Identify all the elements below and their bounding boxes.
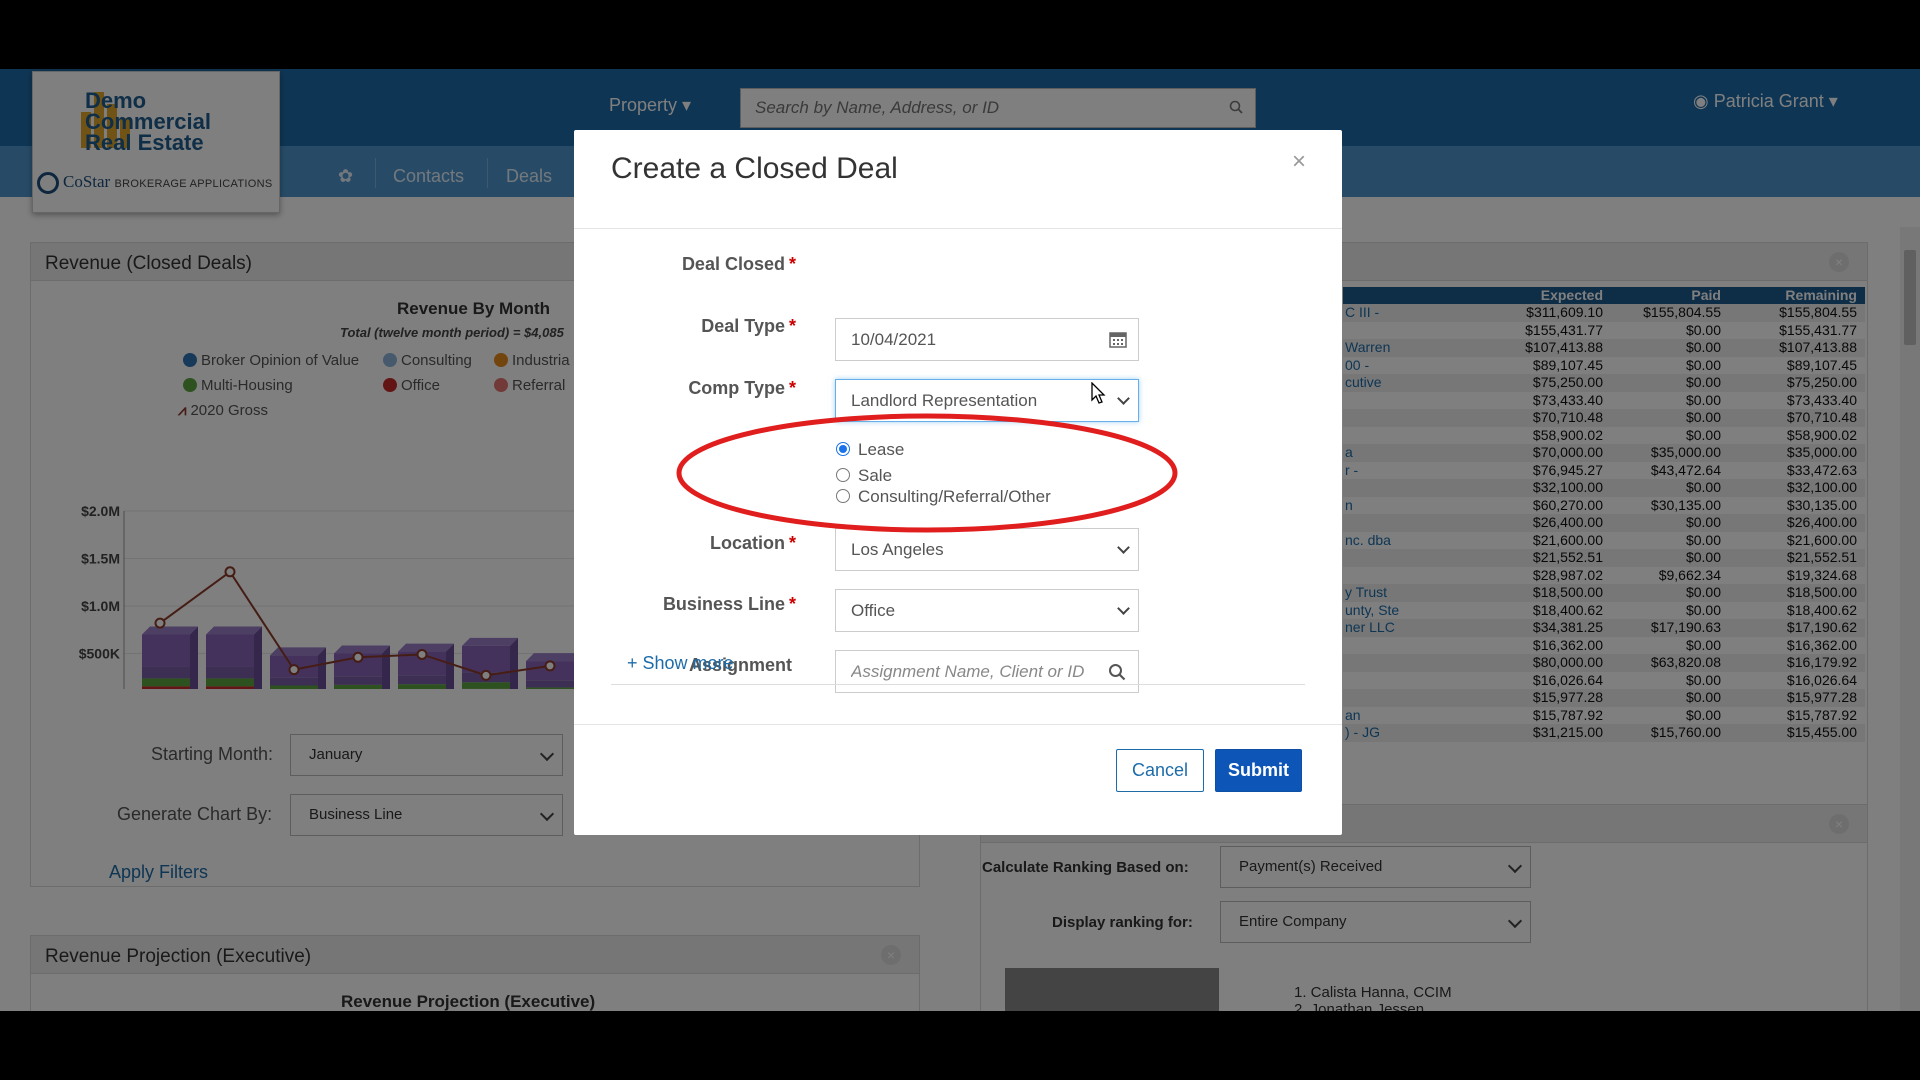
deal-closed-field[interactable]: 10/04/2021: [835, 318, 1139, 361]
submit-button[interactable]: Submit: [1215, 749, 1302, 792]
comp-type-label-text: Comp Type: [688, 378, 785, 398]
deal-closed-label: Deal Closed *: [596, 254, 796, 275]
modal-divider: [574, 228, 1342, 229]
calendar-icon[interactable]: [1109, 330, 1127, 348]
location-value: Los Angeles: [851, 540, 944, 559]
close-icon[interactable]: ×: [1292, 148, 1306, 176]
assignment-placeholder: Assignment Name, Client or ID: [851, 662, 1085, 681]
mouse-cursor-icon: [1091, 382, 1106, 404]
assignment-search-field[interactable]: Assignment Name, Client or ID: [835, 650, 1139, 693]
business-line-label-text: Business Line: [662, 594, 785, 614]
search-icon[interactable]: [1108, 663, 1126, 681]
required-mark: *: [788, 594, 796, 614]
annotation-highlight-ellipse: [676, 413, 1178, 533]
deal-closed-label-text: Deal Closed: [681, 254, 785, 274]
show-more-link[interactable]: + Show more: [627, 653, 734, 674]
required-mark: *: [788, 378, 796, 398]
required-mark: *: [788, 533, 796, 553]
required-mark: *: [788, 254, 796, 274]
chevron-down-icon: [1117, 602, 1130, 615]
deal-type-label: Deal Type *: [596, 316, 796, 337]
chevron-down-icon: [1117, 392, 1130, 405]
modal-divider: [611, 684, 1305, 685]
letterbox-top: [0, 0, 1920, 69]
deal-type-label-text: Deal Type: [701, 316, 785, 336]
modal-title: Create a Closed Deal: [611, 152, 898, 185]
required-mark: *: [788, 316, 796, 336]
crm-app: Property ▾ ◉ Patricia Grant ▾ ✿ Contacts…: [0, 69, 1920, 1011]
comp-type-label: Comp Type *: [596, 378, 796, 399]
location-label-text: Location: [709, 533, 785, 553]
business-line-value: Office: [851, 601, 896, 620]
business-line-label: Business Line *: [596, 594, 796, 615]
location-label: Location *: [596, 533, 796, 554]
deal-closed-value: 10/04/2021: [851, 330, 937, 349]
modal-footer-divider: [574, 724, 1342, 725]
deal-type-value: Landlord Representation: [851, 391, 1038, 410]
business-line-select[interactable]: Office: [835, 589, 1139, 632]
cancel-button[interactable]: Cancel: [1116, 749, 1204, 792]
chevron-down-icon: [1117, 541, 1130, 554]
letterbox-bottom: [0, 1011, 1920, 1080]
